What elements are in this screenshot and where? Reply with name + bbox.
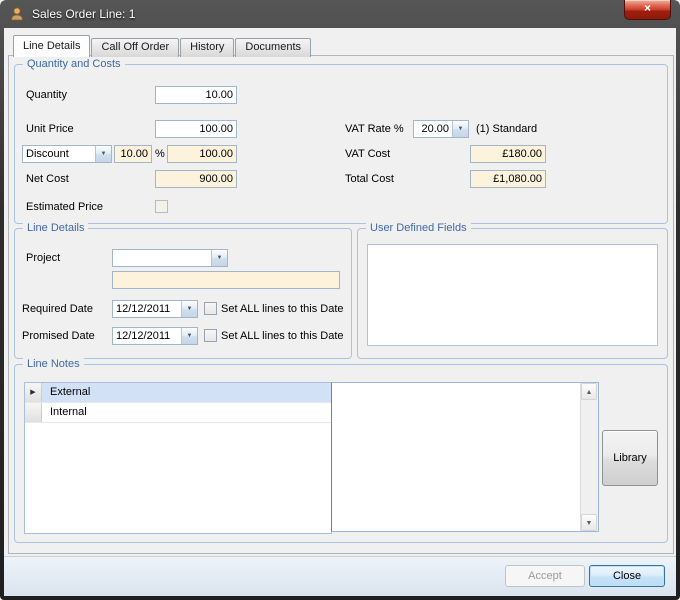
user-defined-fields-area[interactable] bbox=[367, 244, 658, 346]
unit-price-input[interactable]: 100.00 bbox=[155, 120, 237, 138]
tab-history[interactable]: History bbox=[180, 38, 234, 57]
chevron-down-icon[interactable]: ▼ bbox=[452, 121, 468, 137]
net-cost-field: 900.00 bbox=[155, 170, 237, 188]
row-selector-cell: ▶ bbox=[25, 383, 42, 402]
scroll-down-button[interactable]: ▼ bbox=[581, 514, 597, 531]
unit-price-label: Unit Price bbox=[26, 120, 74, 138]
scroll-up-icon: ▲ bbox=[586, 389, 593, 396]
net-cost-label: Net Cost bbox=[26, 170, 69, 188]
percent-label: % bbox=[155, 145, 165, 163]
titlebar[interactable]: Sales Order Line: 1 × bbox=[0, 0, 680, 28]
total-cost-field: £1,080.00 bbox=[470, 170, 546, 188]
discount-amount-field: 100.00 bbox=[167, 145, 237, 163]
promised-date-value: 12/12/2011 bbox=[113, 328, 181, 344]
estimated-price-label: Estimated Price bbox=[26, 198, 103, 216]
required-date-picker[interactable]: 12/12/2011 ▼ bbox=[112, 300, 198, 318]
dialog-body: Line Details Call Off Order History Docu… bbox=[4, 28, 676, 596]
tab-call-off-order[interactable]: Call Off Order bbox=[91, 38, 179, 57]
chevron-down-icon[interactable]: ▼ bbox=[181, 328, 197, 344]
quantity-label: Quantity bbox=[26, 86, 67, 104]
scroll-down-icon: ▼ bbox=[586, 520, 593, 527]
notes-scrollbar[interactable]: ▲ ▼ bbox=[580, 383, 598, 531]
total-cost-label: Total Cost bbox=[345, 170, 394, 188]
project-combo[interactable]: ▼ bbox=[112, 249, 228, 267]
line-notes-grid: ▶ External Internal bbox=[24, 382, 332, 534]
promised-date-picker[interactable]: 12/12/2011 ▼ bbox=[112, 327, 198, 345]
line-details-legend: Line Details bbox=[23, 221, 88, 235]
close-button[interactable]: Close bbox=[589, 565, 665, 587]
tab-line-details[interactable]: Line Details bbox=[13, 35, 90, 57]
discount-selected-value: Discount bbox=[23, 146, 95, 162]
vat-rate-combo[interactable]: 20.00 ▼ bbox=[413, 120, 469, 138]
table-row-internal[interactable]: Internal bbox=[25, 403, 331, 423]
vat-rate-value: 20.00 bbox=[414, 121, 452, 137]
quantity-costs-group: Quantity and Costs bbox=[14, 64, 668, 224]
quantity-costs-legend: Quantity and Costs bbox=[23, 57, 125, 71]
chevron-down-icon[interactable]: ▼ bbox=[211, 250, 227, 266]
discount-combo[interactable]: Discount ▼ bbox=[22, 145, 112, 163]
window-close-button[interactable]: × bbox=[624, 0, 671, 20]
close-icon: × bbox=[644, 1, 651, 15]
promised-date-label: Promised Date bbox=[22, 327, 95, 345]
accept-button[interactable]: Accept bbox=[505, 565, 585, 587]
vat-rate-label: VAT Rate % bbox=[345, 120, 404, 138]
quantity-input[interactable]: 10.00 bbox=[155, 86, 237, 104]
sales-order-line-dialog: Sales Order Line: 1 × Line Details Call … bbox=[0, 0, 680, 600]
footer-bar: Accept Close bbox=[4, 556, 676, 596]
project-description-field bbox=[112, 271, 340, 289]
project-label: Project bbox=[26, 249, 60, 267]
project-value bbox=[113, 250, 211, 266]
estimated-price-checkbox[interactable] bbox=[155, 200, 168, 213]
promised-date-set-all-checkbox[interactable] bbox=[204, 329, 217, 342]
window-title: Sales Order Line: 1 bbox=[32, 7, 135, 21]
row-selector-cell bbox=[25, 403, 42, 422]
row-arrow-icon: ▶ bbox=[30, 389, 35, 396]
line-notes-legend: Line Notes bbox=[23, 357, 84, 371]
tabstrip: Line Details Call Off Order History Docu… bbox=[13, 35, 312, 57]
tab-documents[interactable]: Documents bbox=[235, 38, 311, 57]
line-notes-textarea[interactable]: ▲ ▼ bbox=[331, 382, 599, 532]
required-date-value: 12/12/2011 bbox=[113, 301, 181, 317]
required-date-label: Required Date bbox=[22, 300, 93, 318]
row-label: Internal bbox=[42, 403, 331, 422]
discount-percent-field: 10.00 bbox=[114, 145, 152, 163]
row-label: External bbox=[42, 383, 331, 402]
vat-cost-field: £180.00 bbox=[470, 145, 546, 163]
user-defined-fields-legend: User Defined Fields bbox=[366, 221, 471, 235]
vat-rate-description: (1) Standard bbox=[476, 120, 537, 138]
scroll-up-button[interactable]: ▲ bbox=[581, 383, 597, 400]
line-notes-text bbox=[334, 385, 578, 529]
vat-cost-label: VAT Cost bbox=[345, 145, 390, 163]
required-date-set-all-label: Set ALL lines to this Date bbox=[221, 300, 344, 318]
person-icon bbox=[9, 6, 25, 22]
required-date-set-all-checkbox[interactable] bbox=[204, 302, 217, 315]
chevron-down-icon[interactable]: ▼ bbox=[181, 301, 197, 317]
promised-date-set-all-label: Set ALL lines to this Date bbox=[221, 327, 344, 345]
chevron-down-icon[interactable]: ▼ bbox=[95, 146, 111, 162]
library-button[interactable]: Library bbox=[602, 430, 658, 486]
table-row-external[interactable]: ▶ External bbox=[25, 383, 331, 403]
